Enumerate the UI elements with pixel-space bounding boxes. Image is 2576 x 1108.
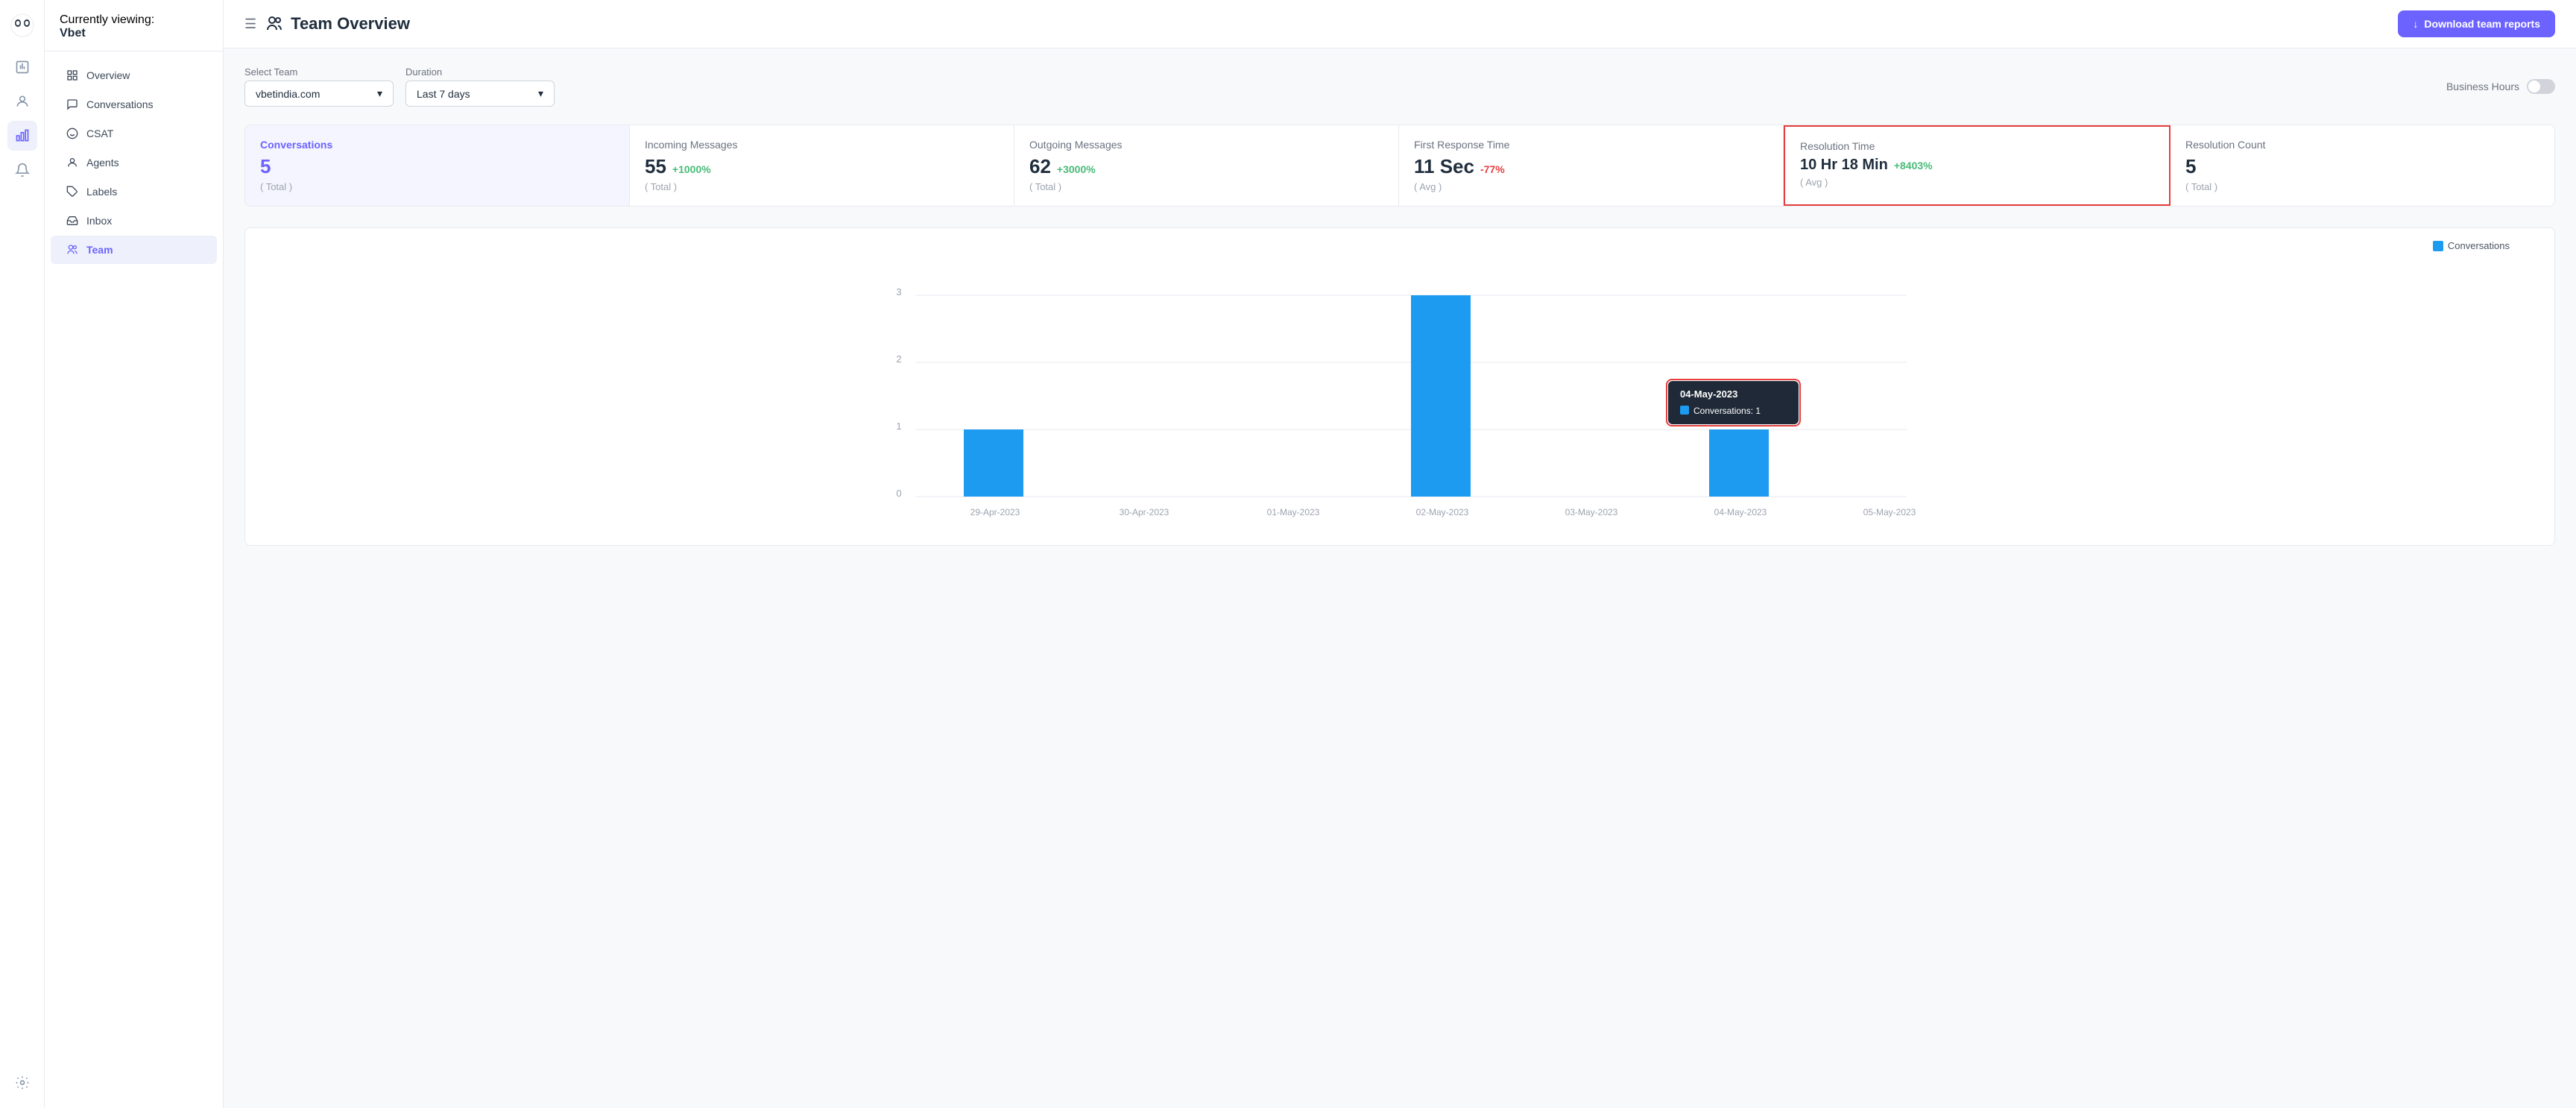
download-icon: ↓	[2413, 18, 2418, 30]
menu-icon[interactable]: ☰	[244, 16, 256, 32]
sidebar-item-label: Team	[86, 244, 113, 256]
sidebar-item-conversations[interactable]: Conversations	[51, 90, 217, 119]
chart-container: Conversations 0 1 2 3 29-Apr-2023 30-Apr…	[244, 227, 2555, 546]
rail-notifications-icon[interactable]	[7, 155, 37, 185]
svg-text:05-May-2023: 05-May-2023	[1863, 507, 1916, 517]
metric-title: Conversations	[260, 139, 614, 151]
metric-change: +8403%	[1894, 160, 1933, 171]
metric-change: +1000%	[672, 163, 711, 175]
metric-resolution-count[interactable]: Resolution Count 5 ( Total )	[2171, 125, 2554, 206]
csat-icon	[66, 127, 79, 140]
page-title: Team Overview	[265, 14, 410, 34]
chevron-down-icon: ▾	[377, 87, 382, 100]
svg-text:02-May-2023: 02-May-2023	[1416, 507, 1469, 517]
svg-text:2: 2	[896, 353, 901, 365]
rail-analytics-icon[interactable]	[7, 121, 37, 151]
sidebar-item-label: Conversations	[86, 98, 154, 110]
metric-value: 5	[260, 155, 614, 178]
svg-text:0: 0	[896, 488, 901, 499]
chart-legend: Conversations	[2433, 240, 2510, 251]
team-filter-label: Select Team	[244, 66, 394, 78]
metric-title: First Response Time	[1414, 139, 1768, 151]
svg-text:29-Apr-2023: 29-Apr-2023	[970, 507, 1020, 517]
duration-select[interactable]: Last 7 days ▾	[405, 81, 555, 107]
svg-text:30-Apr-2023: 30-Apr-2023	[1120, 507, 1169, 517]
metric-change: -77%	[1480, 163, 1505, 175]
sidebar-item-inbox[interactable]: Inbox	[51, 207, 217, 235]
metric-sub: ( Total )	[260, 181, 614, 192]
sidebar-item-csat[interactable]: CSAT	[51, 119, 217, 148]
svg-text:01-May-2023: 01-May-2023	[1267, 507, 1320, 517]
metric-sub: ( Total )	[1029, 181, 1383, 192]
topbar: ☰ Team Overview ↓ Download team reports	[224, 0, 2576, 48]
sidebar-item-label: Overview	[86, 69, 130, 81]
team-select[interactable]: vbetindia.com ▾	[244, 81, 394, 107]
metric-incoming[interactable]: Incoming Messages 55 +1000% ( Total )	[630, 125, 1014, 206]
metric-title: Outgoing Messages	[1029, 139, 1383, 151]
labels-icon	[66, 185, 79, 198]
business-hours-toggle[interactable]	[2527, 79, 2555, 94]
chevron-down-icon: ▾	[538, 87, 543, 100]
toggle-knob	[2528, 81, 2540, 92]
sidebar-item-label: Inbox	[86, 215, 112, 227]
rail-reports-icon[interactable]	[7, 52, 37, 82]
agents-icon	[66, 156, 79, 169]
sidebar-item-label: CSAT	[86, 128, 113, 139]
metric-conversations[interactable]: Conversations 5 ( Total )	[245, 125, 630, 206]
metric-sub: ( Total )	[645, 181, 999, 192]
overview-icon	[66, 69, 79, 82]
conversations-icon	[66, 98, 79, 111]
bar-3[interactable]	[1411, 295, 1471, 497]
bar-5[interactable]	[1709, 429, 1769, 497]
metric-value: 10 Hr 18 Min +8403%	[1800, 157, 2154, 174]
metric-resolution-time[interactable]: Resolution Time 10 Hr 18 Min +8403% ( Av…	[1784, 125, 2171, 206]
duration-filter-label: Duration	[405, 66, 555, 78]
legend-label: Conversations	[2448, 240, 2510, 251]
svg-text:03-May-2023: 03-May-2023	[1565, 507, 1618, 517]
app-logo	[7, 10, 37, 40]
sidebar-item-agents[interactable]: Agents	[51, 148, 217, 177]
svg-text:04-May-2023: 04-May-2023	[1714, 507, 1767, 517]
svg-text:1: 1	[896, 421, 901, 432]
svg-text:Conversations: 1: Conversations: 1	[1693, 406, 1761, 416]
metric-value: 5	[2185, 155, 2539, 178]
rail-contacts-icon[interactable]	[7, 86, 37, 116]
metric-sub: ( Avg )	[1414, 181, 1768, 192]
workspace-label: Currently viewing:	[60, 13, 208, 27]
workspace-name: Vbet	[60, 27, 208, 40]
metric-change: +3000%	[1057, 163, 1096, 175]
sidebar-item-labels[interactable]: Labels	[51, 177, 217, 206]
svg-text:04-May-2023: 04-May-2023	[1680, 388, 1737, 400]
metric-value: 55 +1000%	[645, 155, 999, 178]
bar-chart: 0 1 2 3 29-Apr-2023 30-Apr-2023 01-May-2…	[260, 243, 2539, 526]
sidebar-item-overview[interactable]: Overview	[51, 61, 217, 89]
legend-dot	[2433, 241, 2443, 251]
sidebar-nav: Overview Conversations CSAT Agents Label…	[45, 51, 223, 1108]
metric-title: Resolution Time	[1800, 140, 2154, 152]
metrics-row: Conversations 5 ( Total ) Incoming Messa…	[244, 125, 2555, 207]
metric-sub: ( Avg )	[1800, 177, 2154, 188]
business-hours-toggle-group: Business Hours	[2446, 79, 2555, 94]
rail-settings-icon[interactable]	[7, 1068, 37, 1098]
filters-row: Select Team vbetindia.com ▾ Duration Las…	[244, 66, 2555, 107]
inbox-icon	[66, 214, 79, 227]
metric-value: 11 Sec -77%	[1414, 155, 1768, 178]
metric-outgoing[interactable]: Outgoing Messages 62 +3000% ( Total )	[1014, 125, 1399, 206]
metric-first-response[interactable]: First Response Time 11 Sec -77% ( Avg )	[1399, 125, 1784, 206]
team-icon	[66, 243, 79, 256]
sidebar-item-label: Agents	[86, 157, 119, 169]
metric-title: Incoming Messages	[645, 139, 999, 151]
duration-filter-group: Duration Last 7 days ▾	[405, 66, 555, 107]
metric-title: Resolution Count	[2185, 139, 2539, 151]
metric-value: 62 +3000%	[1029, 155, 1383, 178]
sidebar-item-label: Labels	[86, 186, 117, 198]
download-button[interactable]: ↓ Download team reports	[2398, 10, 2555, 37]
bar-0[interactable]	[964, 429, 1023, 497]
metric-sub: ( Total )	[2185, 181, 2539, 192]
chart-tooltip: 04-May-2023 Conversations: 1	[1667, 380, 1800, 426]
svg-text:3: 3	[896, 286, 901, 298]
team-filter-group: Select Team vbetindia.com ▾	[244, 66, 394, 107]
business-hours-label: Business Hours	[2446, 81, 2519, 92]
sidebar-item-team[interactable]: Team	[51, 236, 217, 264]
